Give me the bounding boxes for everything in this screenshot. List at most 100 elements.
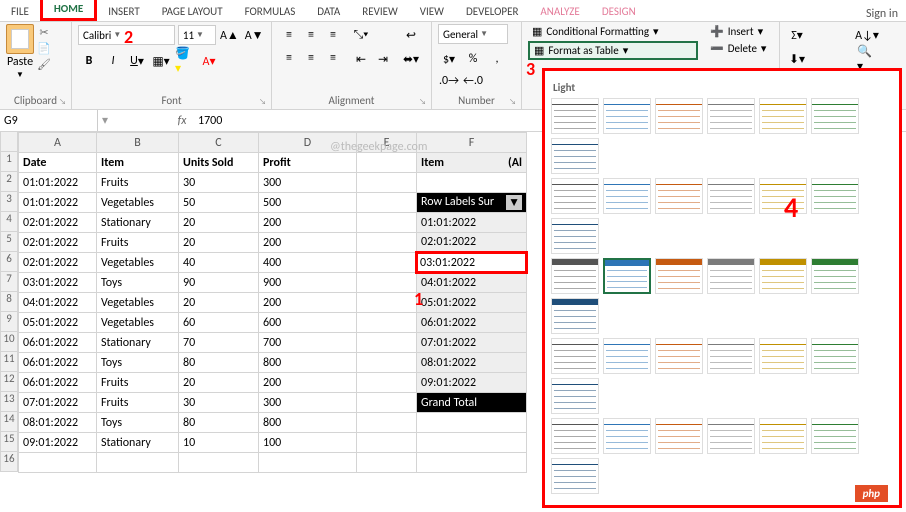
table-style-swatch[interactable] <box>603 178 651 214</box>
table-style-swatch[interactable] <box>551 98 599 134</box>
accounting-icon[interactable]: $▾ <box>438 48 460 70</box>
table-style-swatch[interactable] <box>551 298 599 334</box>
table-style-swatch[interactable] <box>603 418 651 454</box>
table-style-swatch[interactable] <box>551 218 599 254</box>
font-color-button[interactable]: A▾ <box>198 50 220 72</box>
group-clipboard: Paste ▼ ✂ 📄 🖌 Clipboard ↘ <box>0 22 72 109</box>
table-style-swatch[interactable] <box>811 338 859 374</box>
table-style-swatch[interactable] <box>707 258 755 294</box>
comma-icon[interactable]: , <box>486 48 508 70</box>
paste-icon[interactable] <box>6 24 34 54</box>
table-style-swatch[interactable] <box>811 258 859 294</box>
orientation-icon[interactable]: ⤡▾ <box>350 24 372 46</box>
find-select-icon[interactable]: 🔍▾ <box>856 48 878 70</box>
table-style-swatch[interactable] <box>811 418 859 454</box>
group-font: Calibri▼ 11▼ A▲ A▼ B I U▾ ▦▾ 🪣▾ A▾ Font … <box>72 22 272 109</box>
sort-filter-icon[interactable]: A↓▾ <box>856 24 878 46</box>
tab-formulas[interactable]: FORMULAS <box>234 2 307 21</box>
table-style-swatch[interactable] <box>759 338 807 374</box>
table-style-swatch[interactable] <box>551 458 599 494</box>
table-style-swatch[interactable] <box>707 98 755 134</box>
table-style-swatch[interactable] <box>655 258 703 294</box>
clipboard-launcher[interactable]: ↘ <box>59 97 69 107</box>
table-style-swatch[interactable] <box>811 178 859 214</box>
underline-button[interactable]: U▾ <box>126 50 148 72</box>
autosum-icon[interactable]: Σ▾ <box>786 24 808 46</box>
fx-icon[interactable]: fx <box>172 114 192 128</box>
border-button[interactable]: ▦▾ <box>150 50 172 72</box>
table-style-swatch[interactable] <box>551 338 599 374</box>
dec-decimal-icon[interactable]: ←.0 <box>462 70 484 92</box>
tab-view[interactable]: VIEW <box>409 2 455 21</box>
table-style-swatch[interactable] <box>551 418 599 454</box>
align-center-icon[interactable]: ≡ <box>300 47 322 69</box>
table-style-swatch[interactable] <box>603 98 651 134</box>
font-launcher[interactable]: ↘ <box>259 97 269 107</box>
table-style-swatch[interactable] <box>811 98 859 134</box>
table-style-swatch[interactable] <box>551 258 599 294</box>
format-as-table-button[interactable]: ▦ Format as Table▾ <box>528 41 698 60</box>
copy-icon[interactable]: 📄 <box>36 40 52 56</box>
table-style-swatch[interactable] <box>707 418 755 454</box>
bold-button[interactable]: B <box>78 50 100 72</box>
name-box[interactable]: G9 <box>0 110 98 131</box>
table-style-swatch[interactable] <box>707 338 755 374</box>
table-style-swatch[interactable] <box>759 258 807 294</box>
row-headers[interactable]: 12345678910111213141516 <box>0 132 18 473</box>
tab-review[interactable]: REVIEW <box>351 2 409 21</box>
increase-font-icon[interactable]: A▲ <box>219 24 241 46</box>
table-style-swatch[interactable] <box>655 338 703 374</box>
fill-color-button[interactable]: 🪣▾ <box>174 50 196 72</box>
table-style-swatch[interactable] <box>655 178 703 214</box>
align-bot-icon[interactable]: ≡ <box>322 24 344 46</box>
align-top-icon[interactable]: ≡ <box>278 24 300 46</box>
tab-file[interactable]: FILE <box>0 2 40 21</box>
align-left-icon[interactable]: ≡ <box>278 47 300 69</box>
tab-data[interactable]: DATA <box>306 2 351 21</box>
align-mid-icon[interactable]: ≡ <box>300 24 322 46</box>
number-format-combo[interactable]: General▼ <box>438 24 508 44</box>
table-style-swatch[interactable] <box>759 98 807 134</box>
align-right-icon[interactable]: ≡ <box>322 47 344 69</box>
wrap-text-icon[interactable]: ↩ <box>400 24 422 46</box>
table-style-swatch[interactable] <box>655 98 703 134</box>
table-style-swatch[interactable] <box>707 178 755 214</box>
table-style-swatch[interactable] <box>551 378 599 414</box>
table-style-swatch[interactable] <box>551 138 599 174</box>
table-style-swatch[interactable] <box>603 338 651 374</box>
fill-icon[interactable]: ⬇▾ <box>786 48 808 70</box>
cut-icon[interactable]: ✂ <box>36 24 52 40</box>
table-style-swatch[interactable] <box>759 178 807 214</box>
table-style-swatch[interactable] <box>655 418 703 454</box>
table-style-swatch[interactable] <box>551 178 599 214</box>
tab-insert[interactable]: INSERT <box>97 2 151 21</box>
percent-icon[interactable]: % <box>462 48 484 70</box>
tab-page-layout[interactable]: PAGE LAYOUT <box>151 2 234 21</box>
namebox-dd-icon[interactable]: ▾ <box>98 113 112 128</box>
decrease-font-icon[interactable]: A▼ <box>243 24 265 46</box>
outdent-icon[interactable]: ⇤ <box>350 48 372 70</box>
annotation-2: 2 <box>124 26 133 48</box>
painter-icon[interactable]: 🖌 <box>36 56 52 72</box>
grid[interactable]: ABCDEF DateItemUnits SoldProfitItem(Al 0… <box>18 132 528 473</box>
delete-cells-button[interactable]: ➖Delete▾ <box>706 41 773 56</box>
paste-button[interactable]: Paste <box>7 55 33 69</box>
cond-format-icon: ▦ <box>532 25 542 38</box>
merge-icon[interactable]: ⬌▾ <box>400 48 422 70</box>
align-launcher[interactable]: ↘ <box>419 97 429 107</box>
table-style-swatch[interactable] <box>759 418 807 454</box>
indent-icon[interactable]: ⇥ <box>372 48 394 70</box>
group-alignment: ≡ ≡ ≡ ≡ ≡ ≡ ⤡▾ ⇤ ⇥ ↩ ⬌▾ Alignment ↘ <box>272 22 432 109</box>
inc-decimal-icon[interactable]: .0→ <box>438 70 460 92</box>
table-style-swatch[interactable] <box>603 258 651 294</box>
tab-home[interactable]: HOME <box>40 0 97 21</box>
font-size-combo[interactable]: 11▼ <box>178 25 216 45</box>
italic-button[interactable]: I <box>102 50 124 72</box>
number-launcher[interactable]: ↘ <box>509 97 519 107</box>
sign-in-link[interactable]: Sign in <box>866 7 898 21</box>
insert-cells-button[interactable]: ➕Insert▾ <box>706 24 773 39</box>
tab-developer[interactable]: DEVELOPER <box>455 2 529 21</box>
conditional-formatting-button[interactable]: ▦ Conditional Formatting▾ <box>528 24 698 39</box>
tab-analyze[interactable]: ANALYZE <box>529 2 590 21</box>
tab-design[interactable]: DESIGN <box>591 2 647 21</box>
